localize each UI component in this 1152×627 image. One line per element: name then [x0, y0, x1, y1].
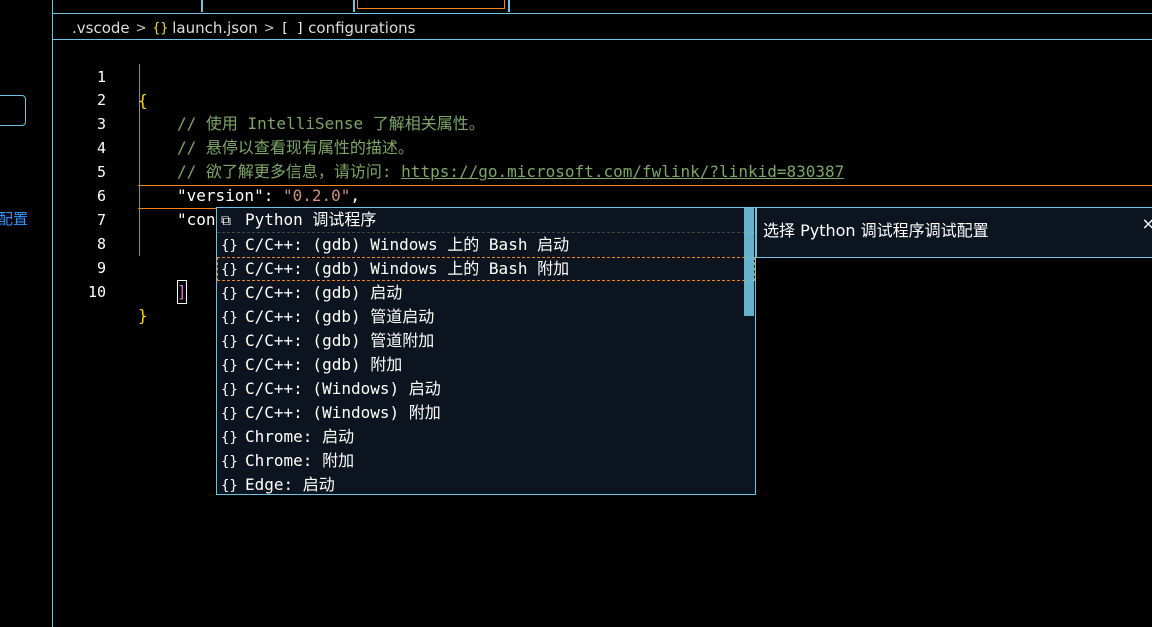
tab-divider [201, 0, 203, 12]
braces-icon: {} [221, 454, 238, 470]
suggest-widget[interactable]: ⧉ Python 调试程序 {} C/C++: (gdb) Windows 上的 B… [216, 207, 756, 495]
comment: // 悬停以查看现有属性的描述。 [177, 138, 414, 157]
side-panel: 配置 [0, 0, 53, 627]
close-brace: } [138, 306, 148, 325]
version-entry: "version": "0.2.0", [177, 184, 360, 208]
suggest-item[interactable]: {} Chrome: 附加 [217, 449, 755, 473]
open-brace: { [138, 91, 148, 110]
suggest-label: C/C++: (Windows) 启动 [245, 379, 441, 398]
suggest-label: C/C++: (gdb) Windows 上的 Bash 启动 [245, 235, 570, 254]
suggest-label: Python 调试程序 [245, 210, 377, 229]
braces-icon: {} [221, 310, 238, 326]
side-panel-link[interactable]: 配置 [0, 208, 28, 229]
braces-icon: {} [221, 478, 238, 494]
suggest-label: C/C++: (gdb) 管道启动 [245, 307, 435, 326]
breadcrumb-item-configurations[interactable]: configurations [308, 19, 415, 37]
close-icon[interactable]: × [1142, 214, 1152, 233]
braces-icon: {} [221, 286, 238, 302]
suggest-item[interactable]: {} C/C++: (gdb) 管道附加 [217, 329, 755, 353]
json-key: "version" [177, 186, 264, 205]
active-tab[interactable] [357, 0, 505, 9]
suggest-label: Chrome: 附加 [245, 451, 355, 470]
suggest-details: 选择 Python 调试程序调试配置 × [756, 207, 1152, 258]
code-line: 7 [53, 184, 106, 229]
code-line: 9 ] [53, 232, 187, 304]
code-line: 10 } [53, 256, 148, 325]
braces-icon: {} [221, 238, 238, 254]
suggest-scrollbar[interactable] [744, 208, 754, 316]
suggest-item[interactable]: {} C/C++: (gdb) 管道启动 [217, 305, 755, 329]
side-panel-button[interactable] [0, 95, 26, 126]
colon: : [263, 186, 283, 205]
chevron-right-icon: > [135, 20, 147, 36]
suggest-item-focused[interactable]: {} C/C++: (gdb) Windows 上的 Bash 附加 [217, 257, 755, 281]
comment-text: // 欲了解更多信息，请访问: [177, 162, 402, 181]
suggest-item[interactable]: {} Edge: 启动 [217, 473, 755, 494]
braces-icon: {} [221, 334, 238, 350]
tab-divider [353, 0, 355, 12]
line-number: 10 [87, 283, 106, 301]
braces-icon: {} [221, 430, 238, 446]
suggest-label: C/C++: (gdb) 启动 [245, 283, 403, 302]
json-file-icon: {} [152, 20, 169, 36]
comma: , [350, 186, 361, 205]
doc-link[interactable]: https://go.microsoft.com/fwlink/?linkid=… [401, 162, 844, 181]
suggest-item[interactable]: {} C/C++: (Windows) 附加 [217, 401, 755, 425]
suggest-item[interactable]: {} C/C++: (gdb) 附加 [217, 353, 755, 377]
code-line: 4 // 欲了解更多信息，请访问: https://go.microsoft.c… [53, 112, 844, 181]
suggest-item[interactable]: {} Chrome: 启动 [217, 425, 755, 449]
close-bracket: ] [177, 280, 187, 304]
comment: // 欲了解更多信息，请访问: https://go.microsoft.com… [177, 160, 844, 184]
suggest-label: Chrome: 启动 [245, 427, 355, 446]
json-string: "0.2.0" [282, 186, 351, 205]
suggest-item[interactable]: {} C/C++: (Windows) 启动 [217, 377, 755, 401]
braces-icon: {} [221, 382, 238, 398]
breadcrumb-item-launch-json[interactable]: launch.json [172, 19, 258, 37]
code-line: 8 [53, 208, 106, 253]
braces-icon: {} [221, 406, 238, 422]
details-text: 选择 Python 调试程序调试配置 [763, 221, 989, 240]
suggest-item[interactable]: {} C/C++: (gdb) 启动 [217, 281, 755, 305]
breadcrumb: .vscode > {} launch.json > [ ] configura… [72, 17, 415, 39]
tab-divider [508, 0, 510, 12]
array-symbol-icon: [ ] [280, 20, 305, 36]
breadcrumb-item-vscode[interactable]: .vscode [72, 19, 130, 37]
chevron-right-icon: > [263, 20, 275, 36]
suggest-label: C/C++: (gdb) 管道附加 [245, 331, 435, 350]
suggest-label: C/C++: (gdb) 附加 [245, 355, 403, 374]
comment: // 使用 IntelliSense 了解相关属性。 [177, 114, 485, 133]
braces-icon: {} [221, 358, 238, 374]
code-line: 1 { [53, 41, 148, 110]
suggest-label: C/C++: (gdb) Windows 上的 Bash 附加 [245, 259, 570, 278]
code-line: 2 // 使用 IntelliSense 了解相关属性。 [53, 64, 485, 133]
braces-icon: {} [221, 262, 238, 278]
code-line: 3 // 悬停以查看现有属性的描述。 [53, 88, 414, 157]
suggest-label: Edge: 启动 [245, 475, 335, 494]
code-line: 5 "version": "0.2.0", [53, 136, 360, 205]
code-line: 6 "configurations": [ [53, 160, 361, 229]
suggest-item[interactable]: ⧉ Python 调试程序 [217, 208, 755, 233]
python-snippet-icon: ⧉ [221, 213, 231, 229]
suggest-label: C/C++: (Windows) 附加 [245, 403, 441, 422]
suggest-item[interactable]: {} C/C++: (gdb) Windows 上的 Bash 启动 [217, 233, 755, 257]
tab-strip [53, 0, 1152, 14]
